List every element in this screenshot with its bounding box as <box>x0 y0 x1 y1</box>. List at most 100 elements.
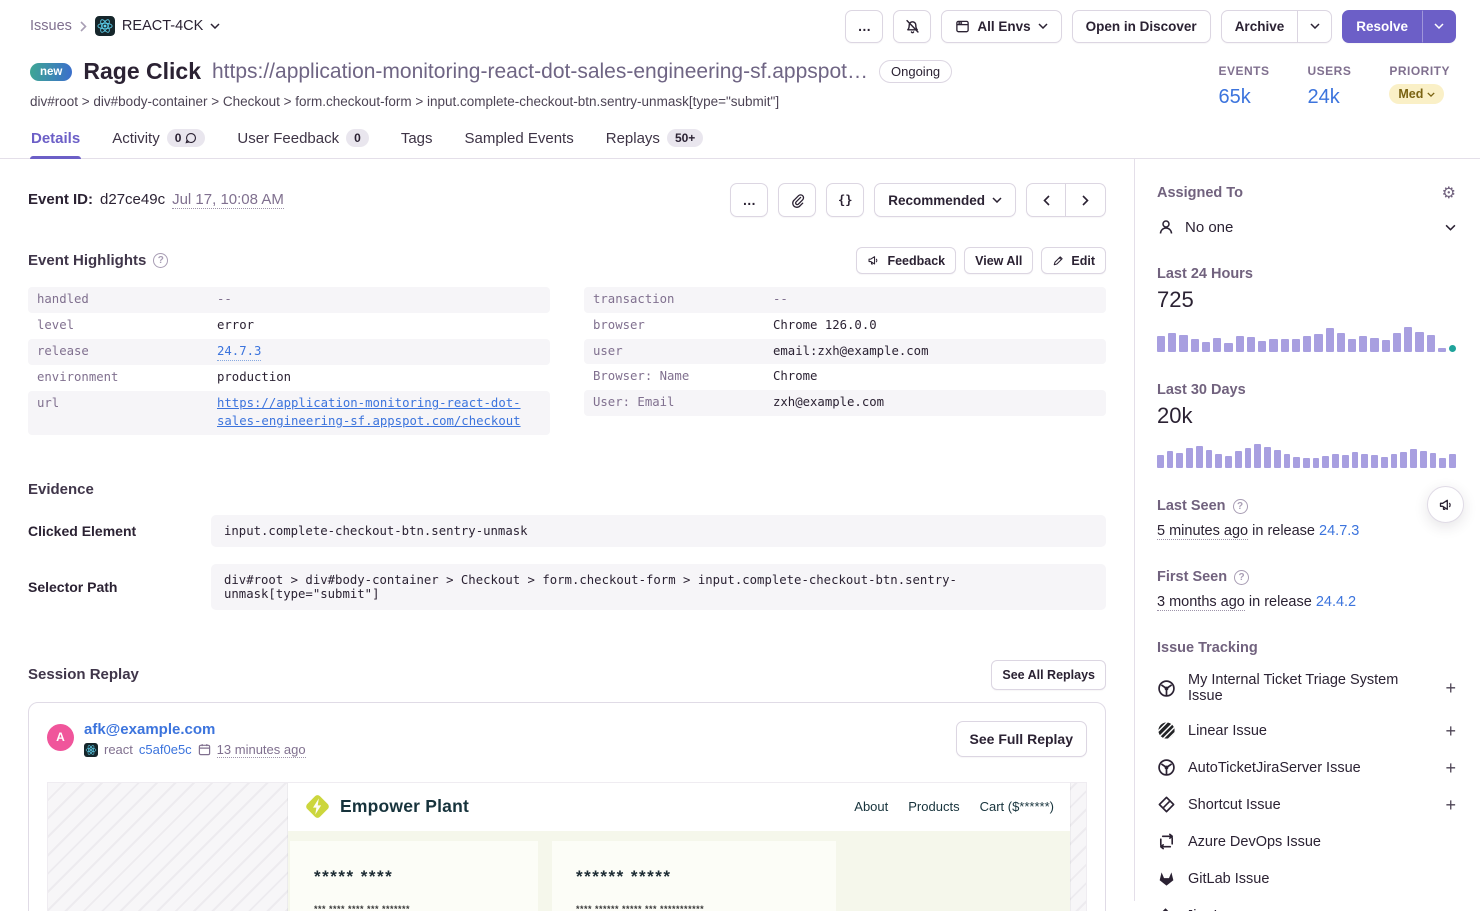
megaphone-icon <box>867 254 880 267</box>
open-in-discover-button[interactable]: Open in Discover <box>1072 10 1211 43</box>
selector-path-value: div#root > div#body-container > Checkout… <box>211 564 1106 610</box>
status-badge: Ongoing <box>879 60 952 83</box>
tracking-label[interactable]: AutoTicketJiraServer Issue <box>1188 760 1361 776</box>
project-name: REACT-4CK <box>122 18 203 34</box>
pencil-icon <box>1052 255 1064 267</box>
assignee-selector[interactable]: No one <box>1157 218 1456 236</box>
sparkline-bar <box>1186 448 1193 468</box>
event-json-button[interactable]: {} <box>826 183 864 217</box>
events-label: EVENTS <box>1218 64 1269 78</box>
event-id-row: Event ID: d27ce49c Jul 17, 10:08 AM <box>28 191 284 209</box>
event-attachments-button[interactable] <box>778 183 816 217</box>
users-count[interactable]: 24k <box>1307 86 1351 109</box>
replay-nav-about: About <box>854 799 888 814</box>
sparkline-bar <box>1213 338 1221 352</box>
more-actions-button[interactable]: … <box>845 10 883 43</box>
highlight-row: useremail:zxh@example.com <box>584 339 1106 365</box>
project-selector[interactable]: REACT-4CK <box>95 16 220 36</box>
archive-dropdown-button[interactable] <box>1298 10 1332 43</box>
sparkline-bar <box>1274 450 1281 468</box>
events-count[interactable]: 65k <box>1218 86 1269 109</box>
last-seen-release-link[interactable]: 24.7.3 <box>1319 523 1359 539</box>
sparkline-bar <box>1313 458 1320 468</box>
floating-feedback-button[interactable] <box>1427 486 1464 523</box>
priority-selector[interactable]: Med <box>1389 84 1444 104</box>
replay-time-ago[interactable]: 13 minutes ago <box>217 742 306 758</box>
release-link[interactable]: 24.7.3 <box>217 343 261 362</box>
see-all-replays-button[interactable]: See All Replays <box>991 660 1106 690</box>
add-issue-link-button[interactable]: + <box>1445 722 1456 740</box>
previous-event-button[interactable] <box>1026 183 1066 217</box>
first-seen-release-link[interactable]: 24.4.2 <box>1316 594 1356 610</box>
url-link[interactable]: https://application-monitoring-react-dot… <box>217 395 541 431</box>
sparkline-bar <box>1370 338 1378 352</box>
tracking-item: Azure DevOps Issue <box>1157 831 1456 852</box>
resolve-button[interactable]: Resolve <box>1342 10 1422 43</box>
tab-user-feedback[interactable]: User Feedback 0 <box>236 121 369 158</box>
help-icon[interactable]: ? <box>1234 570 1249 585</box>
replay-id-link[interactable]: c5af0e5c <box>139 742 192 757</box>
see-full-replay-button[interactable]: See Full Replay <box>956 721 1087 757</box>
users-label: USERS <box>1307 64 1351 78</box>
sparkline-bar <box>1179 335 1187 352</box>
event-timestamp[interactable]: Jul 17, 10:08 AM <box>172 191 284 209</box>
issue-tabs: Details Activity 0 User Feedback 0 Tags … <box>0 121 1480 159</box>
add-issue-link-button[interactable]: + <box>1445 759 1456 777</box>
gitlab-icon <box>1157 869 1176 888</box>
events-sparkline-24h <box>1157 322 1456 352</box>
evidence-section: Evidence Clicked Element input.complete-… <box>28 481 1106 610</box>
help-icon[interactable]: ? <box>153 253 168 268</box>
tracking-label[interactable]: Azure DevOps Issue <box>1188 834 1321 850</box>
event-more-button[interactable]: … <box>730 183 768 217</box>
next-event-button[interactable] <box>1066 183 1106 217</box>
replay-nav-products: Products <box>908 799 959 814</box>
chevron-right-icon <box>1082 195 1089 206</box>
add-issue-link-button[interactable]: + <box>1445 796 1456 814</box>
highlight-row: Browser: NameChrome <box>584 364 1106 390</box>
tracking-item: Jira Issue <box>1157 905 1456 911</box>
sparkline-bar <box>1430 453 1437 468</box>
tracking-label[interactable]: Jira Issue <box>1186 908 1248 911</box>
last-seen-time[interactable]: 5 minutes ago <box>1157 523 1248 540</box>
tab-activity[interactable]: Activity 0 <box>111 121 206 158</box>
sparkline-bar <box>1393 333 1401 352</box>
sparkline-bar <box>1342 455 1349 468</box>
add-issue-link-button[interactable]: + <box>1445 679 1456 697</box>
event-sort-recommended-button[interactable]: Recommended <box>874 183 1016 217</box>
tab-sampled-events[interactable]: Sampled Events <box>464 121 575 158</box>
chevron-down-icon <box>1310 23 1320 29</box>
archive-button[interactable]: Archive <box>1221 10 1299 43</box>
feedback-button[interactable]: Feedback <box>856 247 956 274</box>
replays-count-badge: 50+ <box>667 129 703 147</box>
sparkline-bar <box>1235 451 1242 468</box>
tracking-label[interactable]: My Internal Ticket Triage System Issue <box>1188 672 1433 704</box>
avatar: A <box>47 724 74 751</box>
resolve-dropdown-button[interactable] <box>1422 10 1456 43</box>
issue-details-main: Event ID: d27ce49c Jul 17, 10:08 AM … {}… <box>0 159 1134 901</box>
view-all-button[interactable]: View All <box>964 247 1033 274</box>
edit-highlights-button[interactable]: Edit <box>1041 247 1106 274</box>
tab-details[interactable]: Details <box>30 121 81 158</box>
breadcrumb-issues-link[interactable]: Issues <box>30 18 72 34</box>
tracking-label[interactable]: Linear Issue <box>1188 723 1267 739</box>
paperclip-icon <box>790 193 805 208</box>
highlight-row: environmentproduction <box>28 365 550 391</box>
tab-replays[interactable]: Replays 50+ <box>605 121 705 158</box>
breadcrumb: Issues REACT-4CK <box>30 16 220 36</box>
feedback-label: Feedback <box>887 254 945 268</box>
tracking-label[interactable]: Shortcut Issue <box>1188 797 1281 813</box>
replay-user-link[interactable]: afk@example.com <box>84 721 306 738</box>
help-icon[interactable]: ? <box>1233 499 1248 514</box>
replay-product-card: ****** ***** **** ****** ***** *** *****… <box>552 841 836 911</box>
issue-tracking-title: Issue Tracking <box>1157 640 1456 656</box>
mute-alerts-button[interactable] <box>893 10 931 43</box>
environment-filter-button[interactable]: All Envs <box>941 10 1061 43</box>
gear-icon[interactable]: ⚙ <box>1442 185 1456 201</box>
users-stat: USERS 24k <box>1307 64 1351 109</box>
first-seen-time[interactable]: 3 months ago <box>1157 594 1245 611</box>
tracking-label[interactable]: GitLab Issue <box>1188 871 1269 887</box>
sparkline-bar <box>1332 454 1339 468</box>
priority-value: Med <box>1398 87 1423 101</box>
replay-viewport[interactable]: Empower Plant About Products Cart ($****… <box>47 782 1087 911</box>
tab-tags[interactable]: Tags <box>400 121 434 158</box>
